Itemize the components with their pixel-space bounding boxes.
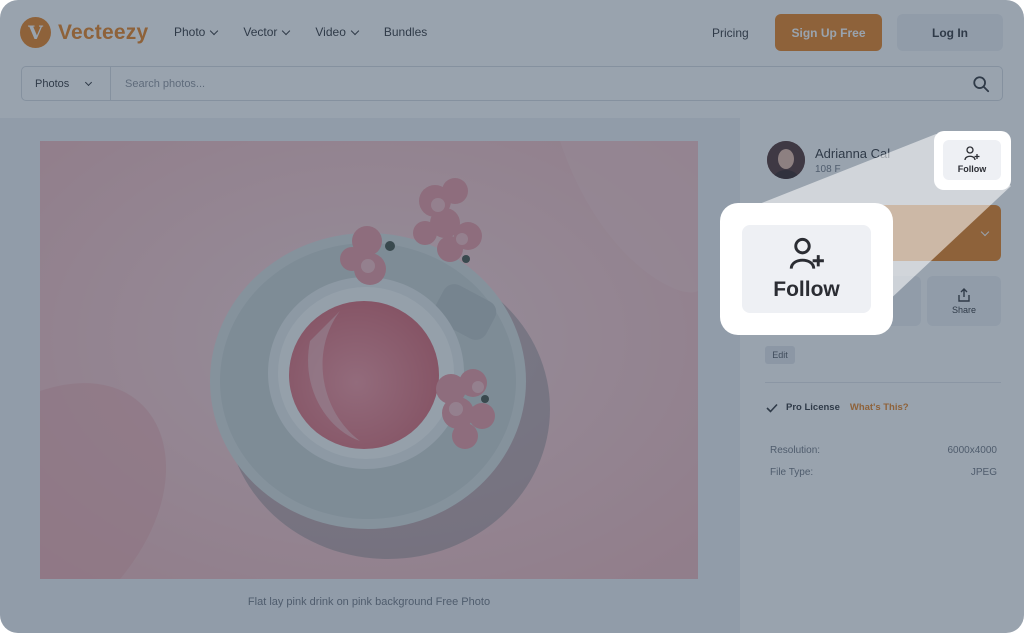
search-icon[interactable] xyxy=(972,75,990,93)
nav-bundles-label: Bundles xyxy=(383,25,428,39)
license-row: Pro License What's This? xyxy=(766,402,909,413)
divider xyxy=(765,382,1001,383)
nav-vector[interactable]: Vector xyxy=(243,25,291,39)
follow-callout-button[interactable]: Follow xyxy=(742,225,871,313)
file-type-value: JPEG xyxy=(970,467,997,478)
logo-text: Vecteezy xyxy=(58,20,149,44)
avatar[interactable] xyxy=(767,141,805,179)
resolution-value: 6000x4000 xyxy=(947,445,998,456)
chevron-down-icon xyxy=(350,26,360,35)
chevron-down-icon xyxy=(85,78,93,86)
search-input[interactable] xyxy=(111,67,1002,100)
photo-caption: Flat lay pink drink on pink background F… xyxy=(247,596,491,608)
resolution-row: Resolution: 6000x4000 xyxy=(770,445,997,456)
page-frame: V Vecteezy Photo Vector Video Bundles Pr… xyxy=(0,0,1024,633)
edit-tag[interactable]: Edit xyxy=(765,346,795,364)
search-bar: Photos xyxy=(21,66,1003,101)
share-label: Share xyxy=(951,304,977,315)
photo-image xyxy=(40,141,698,579)
follow-spotlight: Follow xyxy=(934,131,1011,190)
logo-icon: V xyxy=(20,17,51,48)
nav-video[interactable]: Video xyxy=(315,25,360,39)
header: V Vecteezy Photo Vector Video Bundles Pr… xyxy=(0,0,1024,118)
follow-callout: Follow xyxy=(720,203,893,335)
follow-button[interactable]: Follow xyxy=(943,140,1001,180)
search-type-select[interactable]: Photos xyxy=(22,67,111,100)
user-plus-icon xyxy=(964,146,980,161)
author-followers: 108 F xyxy=(815,164,841,175)
photo-preview[interactable] xyxy=(40,141,698,579)
nav-photo-label: Photo xyxy=(174,25,206,39)
resolution-label: Resolution: xyxy=(770,445,821,456)
share-button[interactable]: Share xyxy=(927,276,1001,326)
chevron-down-icon xyxy=(210,26,219,35)
pricing-link[interactable]: Pricing xyxy=(712,26,749,40)
follow-callout-label: Follow xyxy=(773,277,840,301)
avatar-image xyxy=(767,141,805,179)
license-label: Pro License xyxy=(786,402,840,413)
follow-label: Follow xyxy=(957,164,987,174)
whats-this-link[interactable]: What's This? xyxy=(850,402,909,413)
author-name[interactable]: Adrianna Cal xyxy=(815,146,890,161)
checkmark-icon xyxy=(766,403,778,413)
search-type-label: Photos xyxy=(35,77,70,90)
chevron-down-icon xyxy=(282,26,291,35)
share-icon xyxy=(958,287,970,302)
log-in-button[interactable]: Log In xyxy=(897,14,1003,51)
nav-vector-label: Vector xyxy=(243,25,278,39)
nav-video-label: Video xyxy=(315,25,346,39)
logo[interactable]: V Vecteezy xyxy=(20,17,148,48)
sign-up-button[interactable]: Sign Up Free xyxy=(775,14,882,51)
file-type-row: File Type: JPEG xyxy=(770,467,997,478)
nav-bundles[interactable]: Bundles xyxy=(384,25,427,39)
nav-photo[interactable]: Photo xyxy=(174,25,219,39)
main-nav: Photo Vector Video Bundles xyxy=(174,25,453,39)
details-sidebar xyxy=(740,118,1024,633)
file-type-label: File Type: xyxy=(770,467,814,478)
user-plus-icon xyxy=(789,237,824,269)
